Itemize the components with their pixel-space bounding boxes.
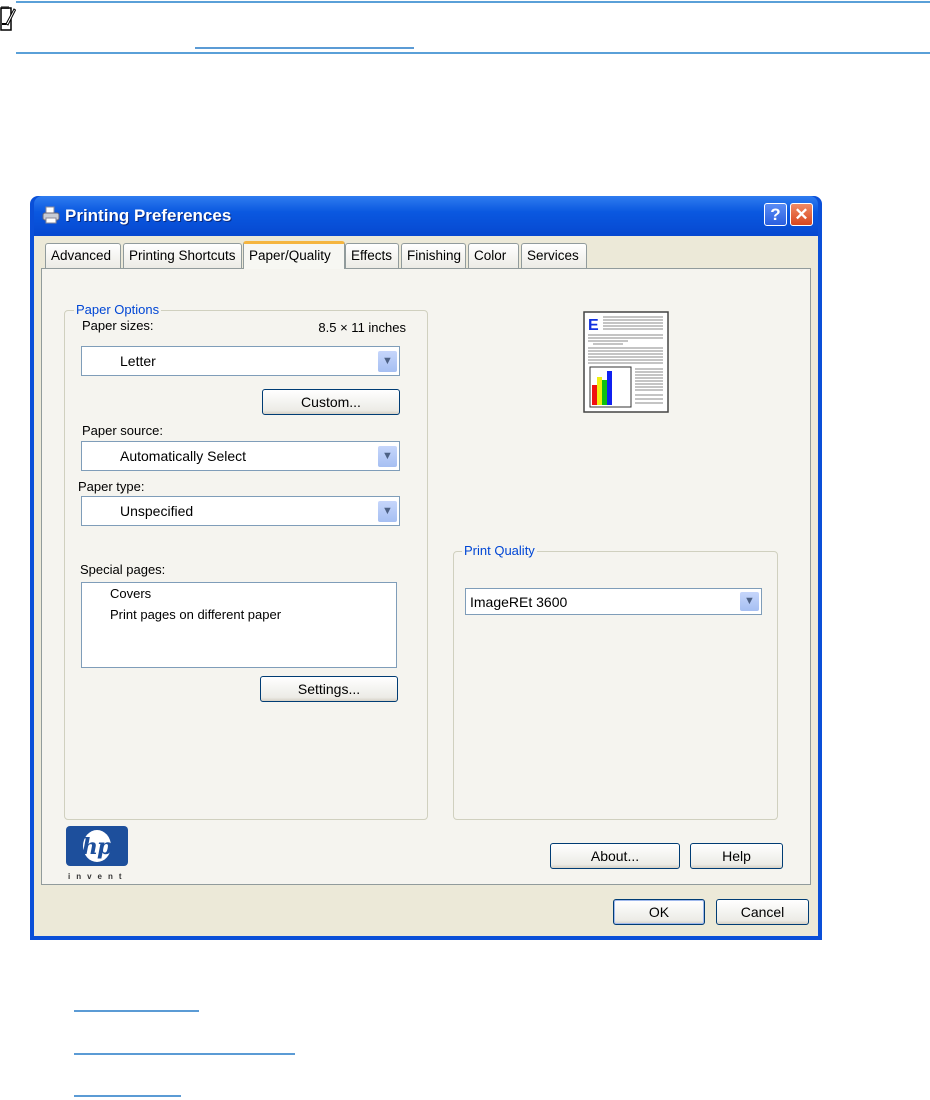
close-button[interactable]: ✕ bbox=[790, 203, 813, 226]
page-preview-image: E bbox=[583, 311, 669, 413]
tab-effects[interactable]: Effects bbox=[345, 243, 399, 268]
print-quality-label: Print Quality bbox=[462, 543, 537, 558]
note-pencil-icon bbox=[0, 4, 17, 32]
help-title-button[interactable]: ? bbox=[764, 203, 787, 226]
help-button[interactable]: Help bbox=[690, 843, 783, 869]
ok-button[interactable]: OK bbox=[613, 899, 705, 925]
tab-finishing[interactable]: Finishing bbox=[401, 243, 466, 268]
custom-button[interactable]: Custom... bbox=[262, 389, 400, 415]
paper-source-value: Automatically Select bbox=[120, 448, 247, 464]
hp-logo: hp bbox=[66, 826, 128, 866]
note-bottom-rule bbox=[16, 52, 930, 54]
paper-size-value: Letter bbox=[120, 353, 156, 369]
related-link-1[interactable] bbox=[74, 1010, 199, 1012]
cancel-button[interactable]: Cancel bbox=[716, 899, 809, 925]
paper-type-value: Unspecified bbox=[120, 503, 194, 519]
tab-printing-shortcuts[interactable]: Printing Shortcuts bbox=[123, 243, 242, 268]
paper-size-select[interactable]: Letter ▼ bbox=[81, 346, 400, 376]
special-pages-label: Special pages: bbox=[80, 562, 166, 577]
paper-type-select[interactable]: Unspecified ▼ bbox=[81, 496, 400, 526]
special-pages-list[interactable]: Covers Print pages on different paper bbox=[81, 582, 397, 668]
about-button[interactable]: About... bbox=[550, 843, 680, 869]
note-top-rule bbox=[16, 1, 930, 3]
paper-source-label: Paper source: bbox=[82, 423, 163, 438]
dialog-title: Printing Preferences bbox=[65, 206, 232, 225]
chevron-down-icon[interactable]: ▼ bbox=[740, 592, 759, 611]
related-link-3[interactable] bbox=[74, 1095, 181, 1097]
paper-type-label: Paper type: bbox=[78, 479, 145, 494]
list-item[interactable]: Covers bbox=[110, 586, 151, 601]
paper-source-select[interactable]: Automatically Select ▼ bbox=[81, 441, 400, 471]
tab-services[interactable]: Services bbox=[521, 243, 587, 268]
hp-logo-text: hp bbox=[82, 834, 112, 860]
hp-logo-tagline: invent bbox=[68, 872, 128, 881]
paper-size-dimensions: 8.5 × 11 inches bbox=[318, 320, 406, 335]
chevron-down-icon[interactable]: ▼ bbox=[378, 351, 397, 372]
tab-paper-quality[interactable]: Paper/Quality bbox=[243, 241, 345, 269]
paper-sizes-label: Paper sizes: bbox=[82, 318, 154, 333]
settings-button[interactable]: Settings... bbox=[260, 676, 398, 702]
print-quality-value: ImageREt 3600 bbox=[470, 594, 568, 610]
printer-icon bbox=[41, 205, 61, 225]
svg-text:E: E bbox=[588, 317, 599, 334]
note-link[interactable] bbox=[195, 47, 414, 49]
print-quality-select[interactable]: ImageREt 3600 ▼ bbox=[465, 588, 762, 615]
related-link-2[interactable] bbox=[74, 1053, 295, 1055]
chevron-down-icon[interactable]: ▼ bbox=[378, 501, 397, 522]
title-bar[interactable]: Printing Preferences ? ✕ bbox=[34, 196, 818, 236]
chevron-down-icon[interactable]: ▼ bbox=[378, 446, 397, 467]
list-item[interactable]: Print pages on different paper bbox=[110, 607, 281, 622]
tab-advanced[interactable]: Advanced bbox=[45, 243, 121, 268]
tab-color[interactable]: Color bbox=[468, 243, 519, 268]
paper-options-label: Paper Options bbox=[74, 302, 162, 317]
